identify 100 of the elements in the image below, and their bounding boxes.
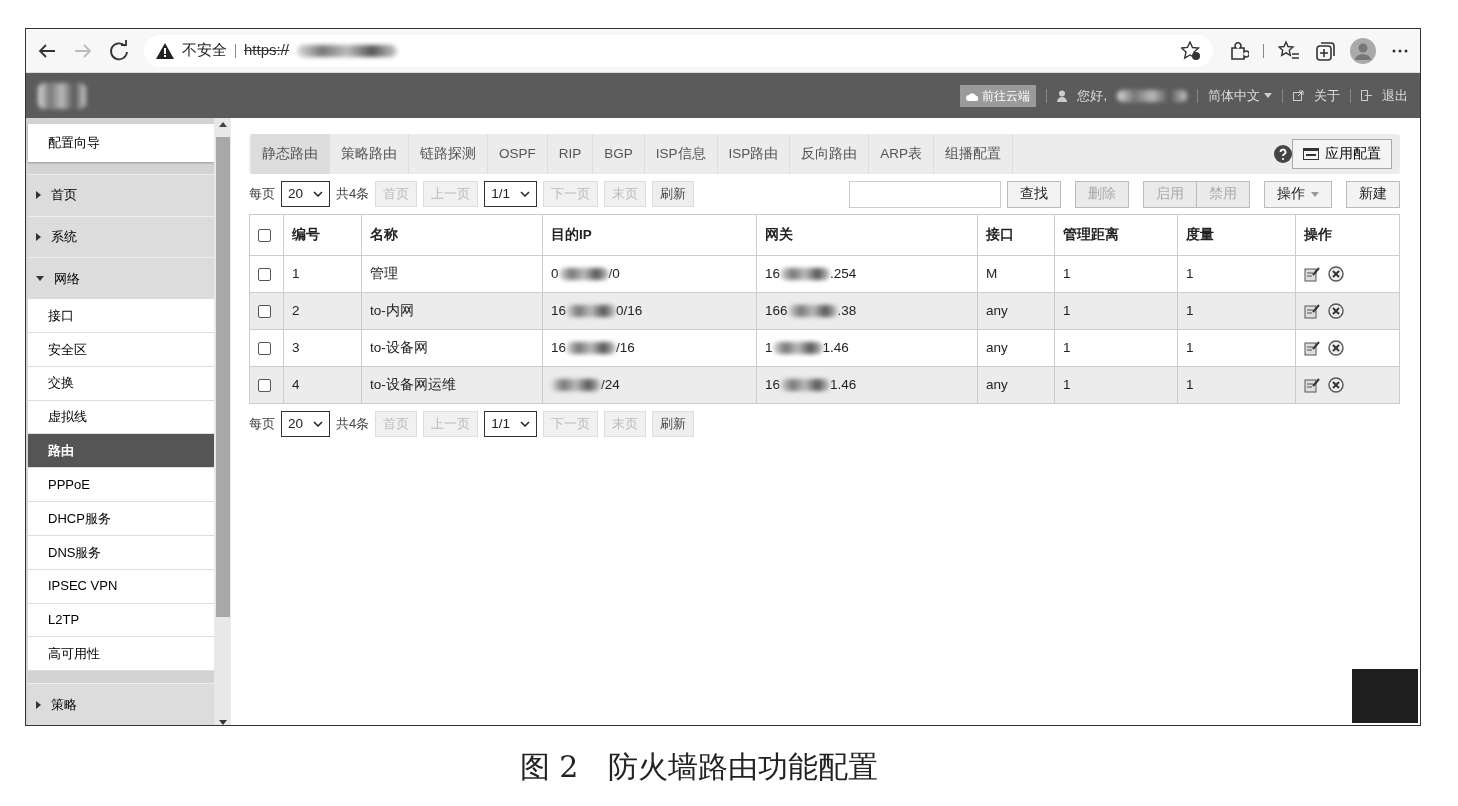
tab[interactable]: OSPF (488, 134, 548, 174)
column-header: 目的IP (542, 214, 757, 256)
ip-text-end: /24 (601, 376, 620, 392)
redaction-blur (551, 379, 601, 392)
delete-icon[interactable] (1328, 266, 1344, 282)
search-field[interactable] (849, 180, 1001, 208)
edit-icon[interactable] (1304, 266, 1320, 282)
sidebar-item[interactable]: DNS服务 (28, 535, 214, 570)
caret-icon (1311, 191, 1319, 197)
warning-icon (156, 42, 174, 59)
logout-link[interactable]: 退出 (1382, 85, 1408, 106)
delete-icon[interactable] (1328, 340, 1344, 356)
sidebar-item[interactable]: 接口 (28, 299, 214, 333)
figure-caption: 图 2 防火墙路由功能配置 (518, 748, 880, 786)
page-select[interactable]: 1/1 (484, 411, 538, 437)
delete-icon[interactable] (1328, 377, 1344, 393)
sidebar-item[interactable]: 虚拟线 (28, 400, 214, 435)
action-button[interactable]: 查找 (1007, 180, 1061, 208)
per-page-select[interactable]: 20 (281, 411, 331, 437)
pager-button[interactable]: 刷新 (652, 411, 695, 437)
edit-icon[interactable] (1304, 377, 1320, 393)
sidebar-item[interactable]: 交换 (28, 366, 214, 401)
ip-text-start: 1 (765, 339, 773, 355)
sidebar-group[interactable]: 策略 (28, 683, 214, 725)
refresh-icon[interactable] (108, 39, 130, 62)
row-checkbox[interactable] (258, 267, 271, 281)
table-cell: 1 (1054, 329, 1178, 367)
language-menu[interactable]: 简体中文 (1208, 85, 1272, 106)
redaction-blur (566, 342, 617, 355)
logo-blur (38, 82, 86, 109)
edit-icon[interactable] (1304, 303, 1320, 319)
sidebar-group[interactable]: 首页 (28, 173, 214, 216)
greeting-text: 您好, (1077, 86, 1107, 105)
chevron-down-icon (313, 421, 324, 427)
delete-icon[interactable] (1328, 303, 1344, 319)
sidebar-item[interactable]: DHCP服务 (28, 502, 214, 536)
sidebar-item[interactable]: IPSEC VPN (28, 569, 214, 604)
tab[interactable]: 静态路由 (251, 134, 330, 174)
sidebar-group[interactable]: 网络 (28, 257, 214, 300)
row-checkbox[interactable] (258, 304, 271, 318)
redaction-blur (787, 305, 838, 318)
sidebar-item[interactable]: PPPoE (28, 468, 214, 503)
sidebar-item[interactable]: 高可用性 (28, 637, 214, 672)
table-cell: 1 (1054, 255, 1178, 293)
address-bar[interactable]: 不安全 https:// (144, 34, 1213, 67)
column-header: 网关 (756, 214, 978, 256)
about-link[interactable]: 关于 (1314, 85, 1340, 106)
ip-text-end: .254 (830, 265, 857, 281)
tab[interactable]: 链路探测 (409, 134, 488, 174)
collections-icon[interactable] (1314, 39, 1336, 62)
ip-text-start: 0 (551, 265, 559, 281)
select-all-checkbox[interactable] (258, 228, 271, 242)
record-count: 共4条 (336, 415, 370, 434)
table-cell: 1 (1177, 329, 1296, 367)
row-checkbox[interactable] (258, 341, 271, 355)
per-page-label: 每页 (249, 185, 275, 204)
pager-button[interactable]: 刷新 (652, 181, 695, 207)
scrollbar[interactable] (214, 118, 231, 725)
profile-avatar-icon[interactable] (1350, 37, 1376, 64)
column-header: 编号 (283, 214, 362, 256)
tab[interactable]: 组播配置 (934, 134, 1014, 174)
ip-text-end: /0 (608, 265, 620, 281)
per-page-select[interactable]: 20 (281, 181, 331, 207)
edit-icon[interactable] (1304, 340, 1320, 356)
window-icon (1303, 148, 1319, 160)
apply-config-button[interactable]: 应用配置 (1292, 139, 1392, 169)
redaction-blur (558, 268, 609, 281)
action-button[interactable]: 新建 (1346, 180, 1400, 208)
tab[interactable]: ISP信息 (644, 134, 718, 174)
favorites-icon[interactable] (1278, 39, 1300, 62)
tab[interactable]: ARP表 (869, 134, 935, 174)
row-checkbox[interactable] (258, 378, 271, 392)
tab[interactable]: 反向路由 (790, 134, 870, 174)
redaction-blur (566, 305, 617, 318)
url-text: https:// (244, 40, 290, 61)
star-plus-icon[interactable] (1181, 40, 1201, 61)
sidebar-item[interactable]: 配置向导 (28, 124, 214, 162)
action-button[interactable]: 操作 (1264, 180, 1332, 208)
column-header: 接口 (977, 214, 1055, 256)
ip-text-start: 16 (765, 265, 781, 281)
page-select[interactable]: 1/1 (484, 181, 538, 207)
table-cell: any (977, 329, 1055, 367)
sidebar-item[interactable]: L2TP (28, 603, 214, 638)
ip-text-start: 16 (765, 376, 781, 392)
tab[interactable]: RIP (547, 134, 594, 174)
sidebar-group[interactable]: 系统 (28, 215, 214, 258)
sidebar-item[interactable]: 安全区 (28, 332, 214, 367)
logout-icon (1361, 90, 1372, 101)
sidebar-item[interactable]: 路由 (28, 434, 214, 469)
user-icon (1057, 89, 1068, 102)
ip-text-start: 16 (551, 339, 567, 355)
column-header: 管理距离 (1054, 214, 1178, 256)
table-cell: to-设备网 (361, 329, 543, 367)
table-cell: 管理 (361, 255, 543, 293)
tab[interactable]: 策略路由 (330, 134, 409, 174)
sidebar-group-label: 系统 (51, 228, 77, 247)
caret-icon (1264, 93, 1272, 98)
tab[interactable]: BGP (593, 134, 645, 174)
help-icon[interactable] (1274, 145, 1292, 163)
tab[interactable]: ISP路由 (717, 134, 791, 174)
